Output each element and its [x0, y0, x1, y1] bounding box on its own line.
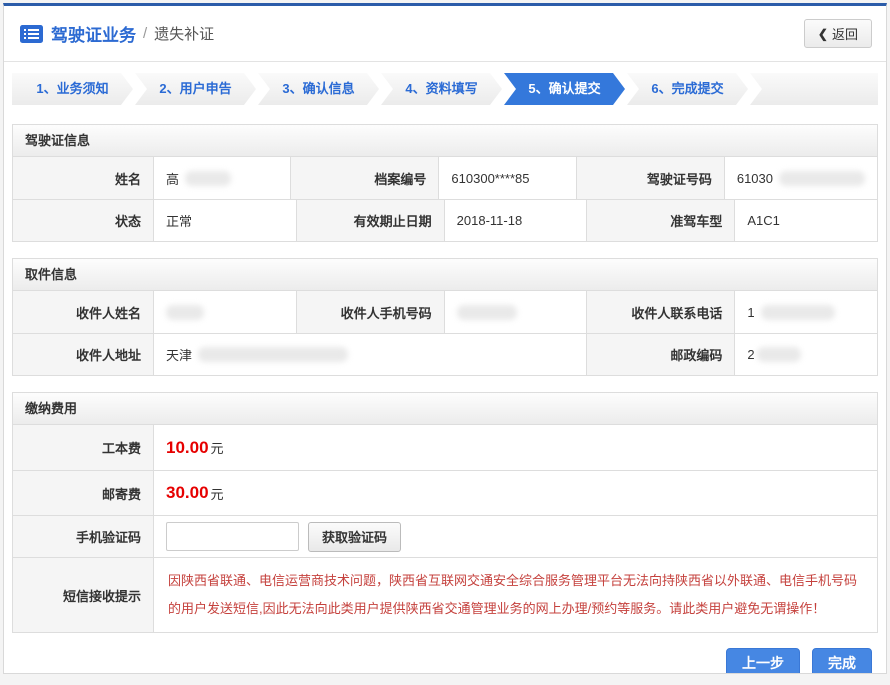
pickup-info-section: 取件信息 收件人姓名 收件人手机号码 收件人联系电话 1 收件人地址 天津 邮政…: [12, 258, 878, 376]
status-value: 正常: [153, 199, 296, 241]
table-row: 工本费 10.00 元: [13, 425, 877, 470]
vehicle-class-value: A1C1: [734, 199, 877, 241]
name-label: 姓名: [13, 157, 153, 199]
list-icon: [20, 25, 43, 43]
recipient-address-value: 天津: [153, 333, 586, 375]
status-label: 状态: [13, 199, 153, 241]
chevron-left-icon: ❮: [818, 27, 828, 41]
production-fee-amount: 10.00: [166, 438, 209, 458]
breadcrumb-separator: /: [143, 25, 147, 42]
redacted-value: [779, 171, 865, 186]
fees-section: 缴纳费用 工本费 10.00 元 邮寄费 30.00 元 手机验证码 获取验证码…: [12, 392, 878, 633]
sms-notice-text: 因陕西省联通、电信运营商技术问题，陕西省互联网交通安全综合服务管理平台无法向持陕…: [168, 567, 863, 623]
fees-title: 缴纳费用: [13, 393, 877, 425]
step-progress-bar: 1、业务须知 2、用户申告 3、确认信息 4、资料填写 5、确认提交 6、完成提…: [12, 73, 878, 105]
table-row: 短信接收提示 因陕西省联通、电信运营商技术问题，陕西省互联网交通安全综合服务管理…: [13, 557, 877, 632]
get-sms-code-button[interactable]: 获取验证码: [308, 522, 401, 552]
pickup-info-title: 取件信息: [13, 259, 877, 291]
expiry-date-value: 2018-11-18: [444, 199, 587, 241]
redacted-value: [457, 305, 517, 320]
breadcrumb-current: 遗失补证: [154, 23, 214, 44]
production-fee-unit: 元: [211, 438, 224, 457]
step-1-business-notice[interactable]: 1、业务须知: [12, 73, 133, 105]
recipient-name-label: 收件人姓名: [13, 291, 153, 333]
recipient-mobile-label: 收件人手机号码: [296, 291, 444, 333]
footer-actions: 上一步 完成: [18, 648, 872, 674]
page-title: 驾驶证业务: [51, 21, 136, 46]
name-value: 高: [153, 157, 290, 199]
table-row: 收件人姓名 收件人手机号码 收件人联系电话 1: [13, 291, 877, 333]
postal-code-label: 邮政编码: [586, 333, 734, 375]
license-info-section: 驾驶证信息 姓名 高 档案编号 610300****85 驾驶证号码 61030…: [12, 124, 878, 242]
license-number-label: 驾驶证号码: [576, 157, 724, 199]
file-number-value: 610300****85: [438, 157, 575, 199]
sms-notice-cell: 因陕西省联通、电信运营商技术问题，陕西省互联网交通安全综合服务管理平台无法向持陕…: [153, 557, 877, 632]
finish-button[interactable]: 完成: [812, 648, 872, 674]
postal-code-value: 2: [734, 333, 877, 375]
mailing-fee-unit: 元: [211, 484, 224, 503]
mailing-fee-value: 30.00 元: [153, 470, 877, 515]
table-row: 姓名 高 档案编号 610300****85 驾驶证号码 61030: [13, 157, 877, 199]
production-fee-label: 工本费: [13, 425, 153, 470]
recipient-phone-value: 1: [734, 291, 877, 333]
license-number-value: 61030: [724, 157, 877, 199]
back-button-label: 返回: [832, 24, 858, 43]
table-row: 状态 正常 有效期止日期 2018-11-18 准驾车型 A1C1: [13, 199, 877, 241]
recipient-address-label: 收件人地址: [13, 333, 153, 375]
back-button[interactable]: ❮ 返回: [804, 19, 872, 48]
recipient-phone-label: 收件人联系电话: [586, 291, 734, 333]
vehicle-class-label: 准驾车型: [586, 199, 734, 241]
step-6-complete-submit[interactable]: 6、完成提交: [627, 73, 748, 105]
step-bar-tail: [750, 73, 878, 105]
page-header: 驾驶证业务 / 遗失补证 ❮ 返回: [4, 6, 886, 62]
expiry-date-label: 有效期止日期: [296, 199, 444, 241]
step-4-fill-materials[interactable]: 4、资料填写: [381, 73, 502, 105]
redacted-value: [757, 347, 801, 362]
sms-notice-label: 短信接收提示: [13, 557, 153, 632]
previous-step-button[interactable]: 上一步: [726, 648, 800, 674]
mailing-fee-label: 邮寄费: [13, 470, 153, 515]
step-2-user-declaration[interactable]: 2、用户申告: [135, 73, 256, 105]
redacted-value: [198, 347, 348, 362]
mailing-fee-amount: 30.00: [166, 483, 209, 503]
step-3-confirm-info[interactable]: 3、确认信息: [258, 73, 379, 105]
table-row: 邮寄费 30.00 元: [13, 470, 877, 515]
license-info-title: 驾驶证信息: [13, 125, 877, 157]
recipient-mobile-value: [444, 291, 587, 333]
production-fee-value: 10.00 元: [153, 425, 877, 470]
table-row: 手机验证码 获取验证码: [13, 515, 877, 557]
step-5-confirm-submit-active[interactable]: 5、确认提交: [504, 73, 625, 105]
main-panel: 驾驶证业务 / 遗失补证 ❮ 返回 1、业务须知 2、用户申告 3、确认信息 4…: [3, 3, 887, 674]
sms-code-label: 手机验证码: [13, 515, 153, 557]
redacted-value: [185, 171, 231, 186]
sms-code-input[interactable]: [166, 522, 299, 551]
sms-code-cell: 获取验证码: [153, 515, 877, 557]
file-number-label: 档案编号: [290, 157, 438, 199]
redacted-value: [761, 305, 835, 320]
table-row: 收件人地址 天津 邮政编码 2: [13, 333, 877, 375]
redacted-value: [166, 305, 204, 320]
recipient-name-value: [153, 291, 296, 333]
